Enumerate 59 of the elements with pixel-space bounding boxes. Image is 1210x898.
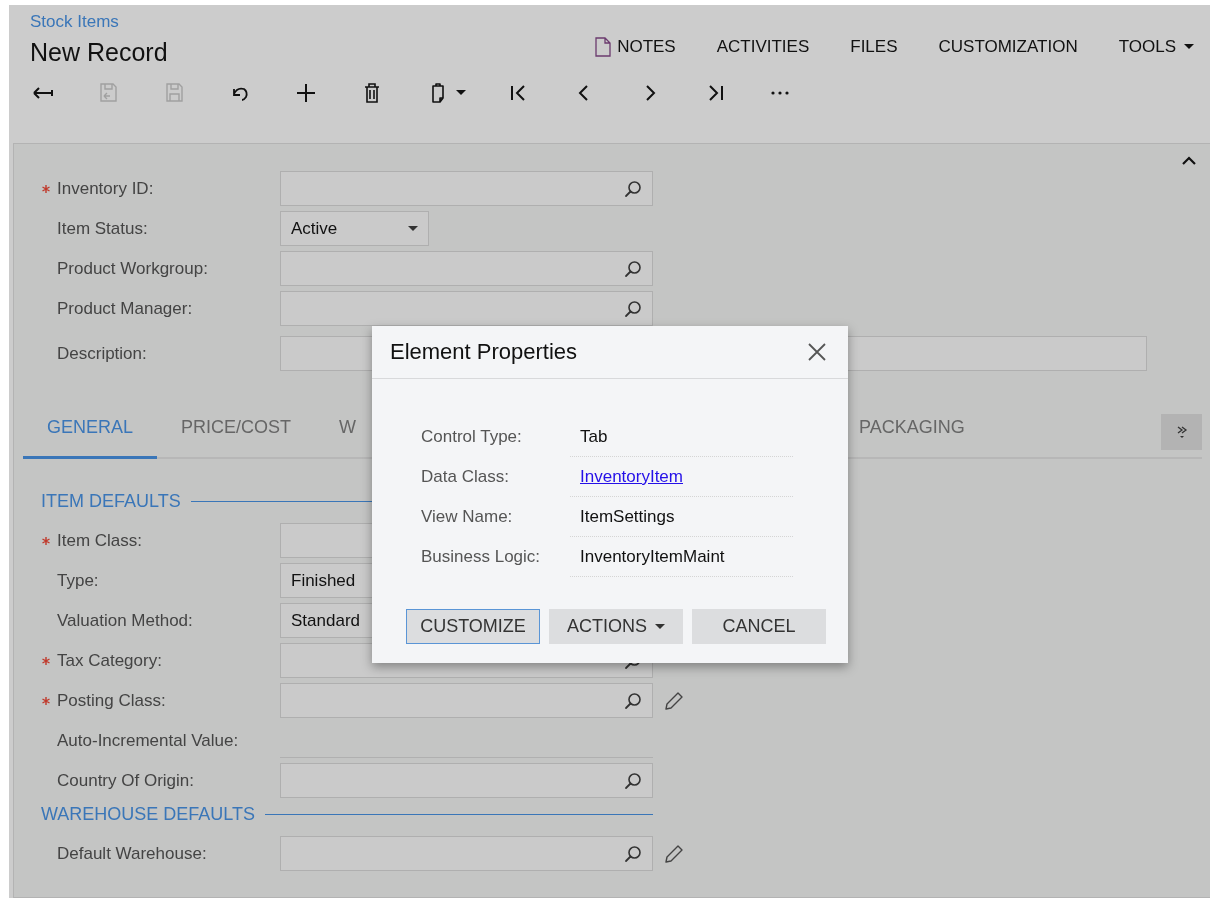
lookup-field[interactable] <box>280 291 653 326</box>
property-value: Tab <box>580 426 608 447</box>
close-icon <box>808 343 826 361</box>
field-label: Product Workgroup: <box>57 258 208 279</box>
page-title: New Record <box>30 38 168 67</box>
field-label: Default Warehouse: <box>57 843 207 864</box>
field-label: Inventory ID: <box>57 178 154 199</box>
section-title: ITEM DEFAULTS <box>41 490 181 512</box>
lookup-field[interactable] <box>280 251 653 286</box>
section-title: WAREHOUSE DEFAULTS <box>41 803 256 825</box>
field-label: Description: <box>57 343 147 364</box>
field-label: Country Of Origin: <box>57 770 194 791</box>
menu-item[interactable]: ACTIVITIES <box>716 26 810 67</box>
field-label: Item Class: <box>57 530 143 551</box>
search-icon[interactable] <box>624 299 642 318</box>
lookup-field[interactable] <box>280 836 653 871</box>
field-label: Auto-Incremental Value: <box>57 730 239 751</box>
plus-icon <box>294 81 318 105</box>
search-icon[interactable] <box>624 179 642 198</box>
document-icon <box>595 36 612 57</box>
select-field[interactable]: Active <box>280 211 429 246</box>
dialog-button[interactable]: CUSTOMIZE <box>406 609 540 644</box>
dialog-button[interactable]: CANCEL <box>692 609 826 644</box>
more-icon <box>770 91 790 95</box>
caret-icon <box>1184 43 1194 50</box>
lookup-field[interactable] <box>280 763 653 798</box>
dialog-title: Element Properties <box>390 339 578 365</box>
search-icon[interactable] <box>624 691 642 710</box>
chevron-up-icon <box>1182 156 1196 165</box>
menu-item[interactable]: FILES <box>850 26 898 67</box>
property-label: Data Class: <box>421 467 510 487</box>
field-label: Valuation Method: <box>57 610 193 631</box>
menu-item[interactable]: TOOLS <box>1118 26 1194 67</box>
search-icon[interactable] <box>624 771 642 790</box>
menu-item[interactable]: CUSTOMIZATION <box>938 26 1078 67</box>
field-label: Product Manager: <box>57 298 193 319</box>
field-label: Item Status: <box>57 218 148 239</box>
caret-icon <box>655 623 665 630</box>
field-label: Type: <box>57 570 99 591</box>
field-label: Posting Class: <box>57 690 166 711</box>
menu-item[interactable]: NOTES <box>595 26 676 67</box>
search-icon[interactable] <box>624 259 642 278</box>
dialog-button[interactable]: ACTIONS <box>549 609 683 644</box>
close-button[interactable] <box>808 343 826 361</box>
property-value: ItemSettings <box>580 506 675 527</box>
pencil-icon[interactable] <box>664 690 684 711</box>
collapse-button[interactable] <box>1182 156 1196 165</box>
lookup-field[interactable] <box>280 171 653 206</box>
search-icon[interactable] <box>624 844 642 863</box>
property-label: View Name: <box>421 507 514 527</box>
field-label: Tax Category: <box>57 650 162 671</box>
caret-icon <box>408 225 418 232</box>
lookup-field[interactable] <box>280 683 653 718</box>
property-link[interactable]: InventoryItem <box>580 466 683 487</box>
caret-icon <box>456 90 466 96</box>
pencil-icon[interactable] <box>664 843 684 864</box>
property-label: Control Type: <box>421 427 523 447</box>
property-value: InventoryItemMaint <box>580 546 725 567</box>
double-chevron-icon <box>1175 425 1188 439</box>
